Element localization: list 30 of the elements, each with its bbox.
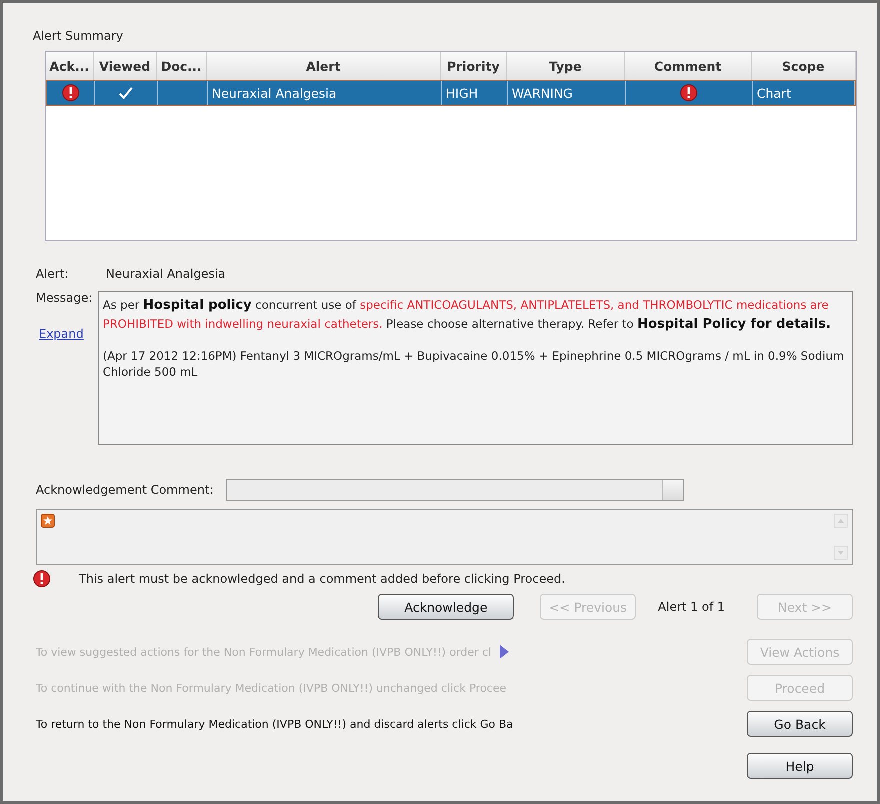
comment-combo[interactable] <box>226 479 684 501</box>
order-text: (Apr 17 2012 12:16PM) Fentanyl 3 MICROgrams/mL + Bupivacaine 0.015% + Epinephrine 0.5 MICROgrams / mL in 0.9% Sodium Chloride 500 mL <box>103 348 846 380</box>
checkmark-icon <box>118 86 134 100</box>
field-label: Message: <box>36 291 94 305</box>
scroll-up-icon[interactable] <box>834 514 848 528</box>
alert-name: Neuraxial Analgesia <box>106 267 226 281</box>
warning-text: This alert must be acknowledged and a comment added before clicking Proceed. <box>79 572 566 586</box>
section-title: Alert Summary <box>33 29 124 43</box>
scroll-down-icon[interactable] <box>834 546 848 560</box>
action-text: To continue with the Non Formulary Medication (IVPB ONLY!!) unchanged click Procee <box>36 682 507 694</box>
table-cell: HIGH <box>442 81 508 105</box>
alert-icon <box>33 570 51 588</box>
field-label: Acknowledgement Comment: <box>36 483 214 497</box>
field-label: Alert: <box>36 267 70 281</box>
message-text: As per Hospital policy concurrent use of specific ANTICOAGULANTS, ANTIPLATELETS, and THROMBOLYTIC medications are PROHIBITED with indwelling neuraxial catheters. Please choose alternative therapy. Refer to Hospital Policy for details. <box>103 297 832 334</box>
action-text: To return to the Non Formulary Medication (IVPB ONLY!!) and discard alerts click Go Ba <box>36 718 514 730</box>
table-cell: Neuraxial Analgesia <box>208 81 442 105</box>
alert-icon <box>62 84 80 102</box>
action-button[interactable]: Go Back <box>747 711 853 737</box>
star-icon <box>41 514 55 528</box>
alert-counter: Alert 1 of 1 <box>658 600 725 614</box>
comment-field[interactable] <box>36 509 853 565</box>
acknowledge-button[interactable]: Acknowledge <box>378 594 514 620</box>
action-text: To view suggested actions for the Non Formulary Medication (IVPB ONLY!!) order cl <box>36 646 492 658</box>
table-cell: WARNING <box>508 81 626 105</box>
expand-link[interactable]: Expand <box>39 327 96 341</box>
table-cell: Chart <box>753 81 855 105</box>
help-button[interactable]: Help <box>747 753 853 779</box>
table-row[interactable]: Neuraxial Analgesia HIGH WARNING Chart <box>46 80 856 106</box>
alert-icon <box>680 84 698 102</box>
